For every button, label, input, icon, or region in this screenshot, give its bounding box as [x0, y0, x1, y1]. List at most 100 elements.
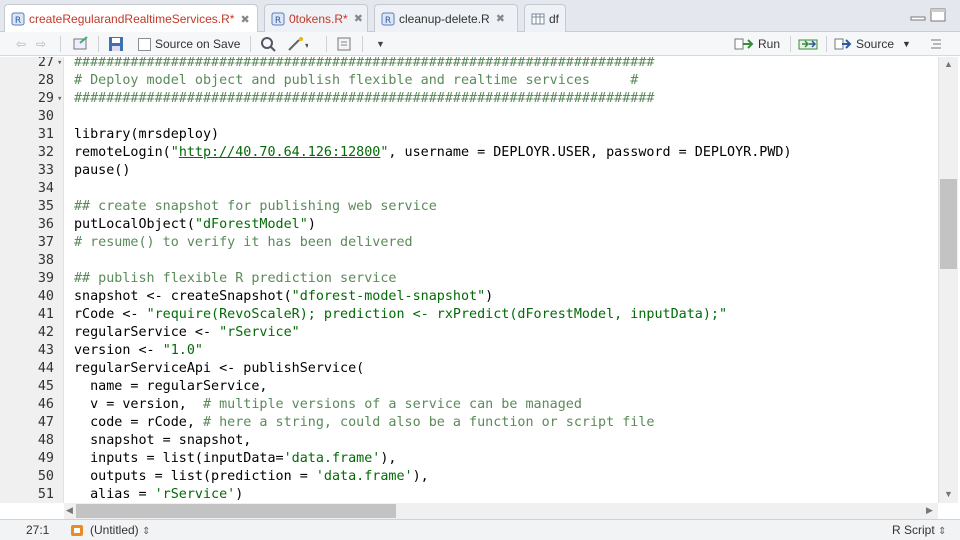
line-number: 28 [37, 73, 54, 88]
code-editor[interactable]: 27 ▾ #####################################… [0, 57, 938, 503]
line-number: 30 [37, 109, 54, 124]
code-line[interactable]: 35 ## create snapshot for publishing web … [0, 198, 938, 216]
code-text: regularService <- "rService" [74, 325, 300, 340]
code-line[interactable]: 40 snapshot <- createSnapshot("dforest-mo… [0, 288, 938, 306]
tab-df[interactable]: df [524, 4, 566, 32]
search-icon[interactable] [260, 35, 278, 53]
horizontal-scroll-thumb[interactable] [76, 504, 396, 518]
show-in-window-icon[interactable] [72, 35, 90, 53]
code-line[interactable]: 49 inputs = list(inputData='data.frame')… [0, 450, 938, 468]
scroll-right-icon[interactable]: ▶ [926, 505, 933, 516]
file-type-selector[interactable]: R Script ⇕ [892, 523, 946, 537]
code-text: v = version, # multiple versions of a se… [74, 397, 582, 412]
code-line[interactable]: 50 outputs = list(prediction = 'data.fra… [0, 468, 938, 486]
scroll-up-icon[interactable]: ▲ [944, 59, 953, 69]
close-icon[interactable]: ✖ [496, 12, 505, 25]
code-line[interactable]: 43 version <- "1.0" [0, 342, 938, 360]
line-number: 29 [37, 91, 54, 106]
close-icon[interactable]: ✖ [240, 13, 249, 26]
updown-icon: ⇕ [142, 526, 151, 537]
fold-toggle-icon[interactable]: ▾ [57, 90, 65, 108]
chevron-down-icon[interactable]: ▼ [376, 35, 385, 53]
line-number: 34 [37, 181, 54, 196]
vertical-scroll-thumb[interactable] [940, 179, 957, 269]
tab-0tokens[interactable]: R 0tokens.R* ✖ [264, 4, 368, 32]
scope-selector[interactable]: (Untitled) ⇕ [90, 523, 150, 537]
code-text: snapshot = snapshot, [74, 433, 252, 448]
code-line[interactable]: 47 code = rCode, # here a string, could … [0, 414, 938, 432]
line-number: 49 [37, 451, 54, 466]
close-icon[interactable]: ✖ [354, 12, 363, 25]
maximize-icon[interactable] [930, 8, 946, 22]
minimize-icon[interactable] [910, 8, 926, 22]
chevron-down-icon[interactable]: ▼ [902, 39, 911, 49]
line-number: 31 [37, 127, 54, 142]
r-file-icon: R [11, 12, 25, 26]
line-number: 47 [37, 415, 54, 430]
code-line[interactable]: 46 v = version, # multiple versions of a… [0, 396, 938, 414]
code-line[interactable]: 33 pause() [0, 162, 938, 180]
code-text: remoteLogin("http://40.70.64.126:12800",… [74, 145, 792, 160]
code-line[interactable]: 44 regularServiceApi <- publishService( [0, 360, 938, 378]
tab-label: cleanup-delete.R [399, 11, 490, 26]
tab-label: 0tokens.R* [289, 11, 348, 26]
line-number: 42 [37, 325, 54, 340]
scroll-down-icon[interactable]: ▼ [944, 489, 953, 499]
vertical-scrollbar[interactable]: ▲ ▼ [938, 57, 958, 503]
horizontal-scrollbar[interactable]: ◀ ▶ [64, 503, 938, 519]
outline-icon[interactable] [928, 35, 944, 53]
code-line[interactable]: 28 # Deploy model object and publish flex… [0, 72, 938, 90]
code-line[interactable]: 29 ▾ #####################################… [0, 90, 938, 108]
compile-report-icon[interactable] [336, 35, 352, 53]
code-line[interactable]: 48 snapshot = snapshot, [0, 432, 938, 450]
code-text: putLocalObject("dForestModel") [74, 217, 316, 232]
line-number: 35 [37, 199, 54, 214]
code-line[interactable]: 37 # resume() to verify it has been deliv… [0, 234, 938, 252]
checkbox[interactable] [138, 37, 151, 51]
code-line[interactable]: 27 ▾ #####################################… [0, 57, 938, 72]
fold-toggle-icon[interactable]: ▾ [57, 57, 65, 72]
code-line[interactable]: 36 putLocalObject("dForestModel") [0, 216, 938, 234]
line-number: 40 [37, 289, 54, 304]
line-number: 41 [37, 307, 54, 322]
run-label: Run [758, 37, 781, 51]
forward-arrow-icon[interactable]: ⇨ [36, 35, 46, 53]
code-line[interactable]: 41 rCode <- "require(RevoScaleR); predict… [0, 306, 938, 324]
code-text: version <- "1.0" [74, 343, 203, 358]
source-arrow-icon [834, 38, 852, 50]
svg-text:R: R [15, 16, 21, 26]
editor-toolbar: ⇦ ⇨ Source on Save ▾ ▼ Run Source ▼ [0, 32, 960, 56]
tab-label: df [549, 11, 560, 26]
line-number: 43 [37, 343, 54, 358]
r-file-icon: R [381, 12, 395, 26]
code-line[interactable]: 34 [0, 180, 938, 198]
code-line[interactable]: 42 regularService <- "rService" [0, 324, 938, 342]
code-line[interactable]: 30 [0, 108, 938, 126]
code-text: regularServiceApi <- publishService( [74, 361, 365, 376]
code-line[interactable]: 45 name = regularService, [0, 378, 938, 396]
code-line[interactable]: 32 remoteLogin("http://40.70.64.126:12800… [0, 144, 938, 162]
scope-label: (Untitled) [90, 523, 139, 537]
source-button[interactable]: Source ▼ [834, 35, 911, 53]
rerun-icon[interactable] [798, 35, 820, 53]
tab-createRegularandRealtimeServices[interactable]: R createRegularandRealtimeServices.R* ✖ [4, 4, 258, 33]
scroll-left-icon[interactable]: ◀ [66, 505, 73, 516]
code-line[interactable]: 31 library(mrsdeploy) [0, 126, 938, 144]
code-line[interactable]: 51 alias = 'rService') [0, 486, 938, 503]
file-type-label: R Script [892, 523, 935, 537]
save-icon[interactable] [108, 35, 124, 53]
code-text: outputs = list(prediction = 'data.frame'… [74, 469, 429, 484]
line-number: 39 [37, 271, 54, 286]
code-text: code = rCode, # here a string, could als… [74, 415, 655, 430]
run-button[interactable]: Run [734, 35, 780, 53]
code-line[interactable]: 38 [0, 252, 938, 270]
status-bar: 27:1 (Untitled) ⇕ R Script ⇕ [0, 519, 960, 540]
source-on-save-checkbox[interactable]: Source on Save [138, 35, 240, 53]
line-number: 33 [37, 163, 54, 178]
tab-cleanup-delete[interactable]: R cleanup-delete.R ✖ [374, 4, 518, 32]
magic-wand-icon[interactable]: ▾ [286, 35, 308, 53]
cursor-position: 27:1 [26, 523, 50, 537]
code-text: name = regularService, [74, 379, 268, 394]
code-line[interactable]: 39 ## publish flexible R prediction servi… [0, 270, 938, 288]
back-arrow-icon[interactable]: ⇦ [16, 35, 26, 53]
